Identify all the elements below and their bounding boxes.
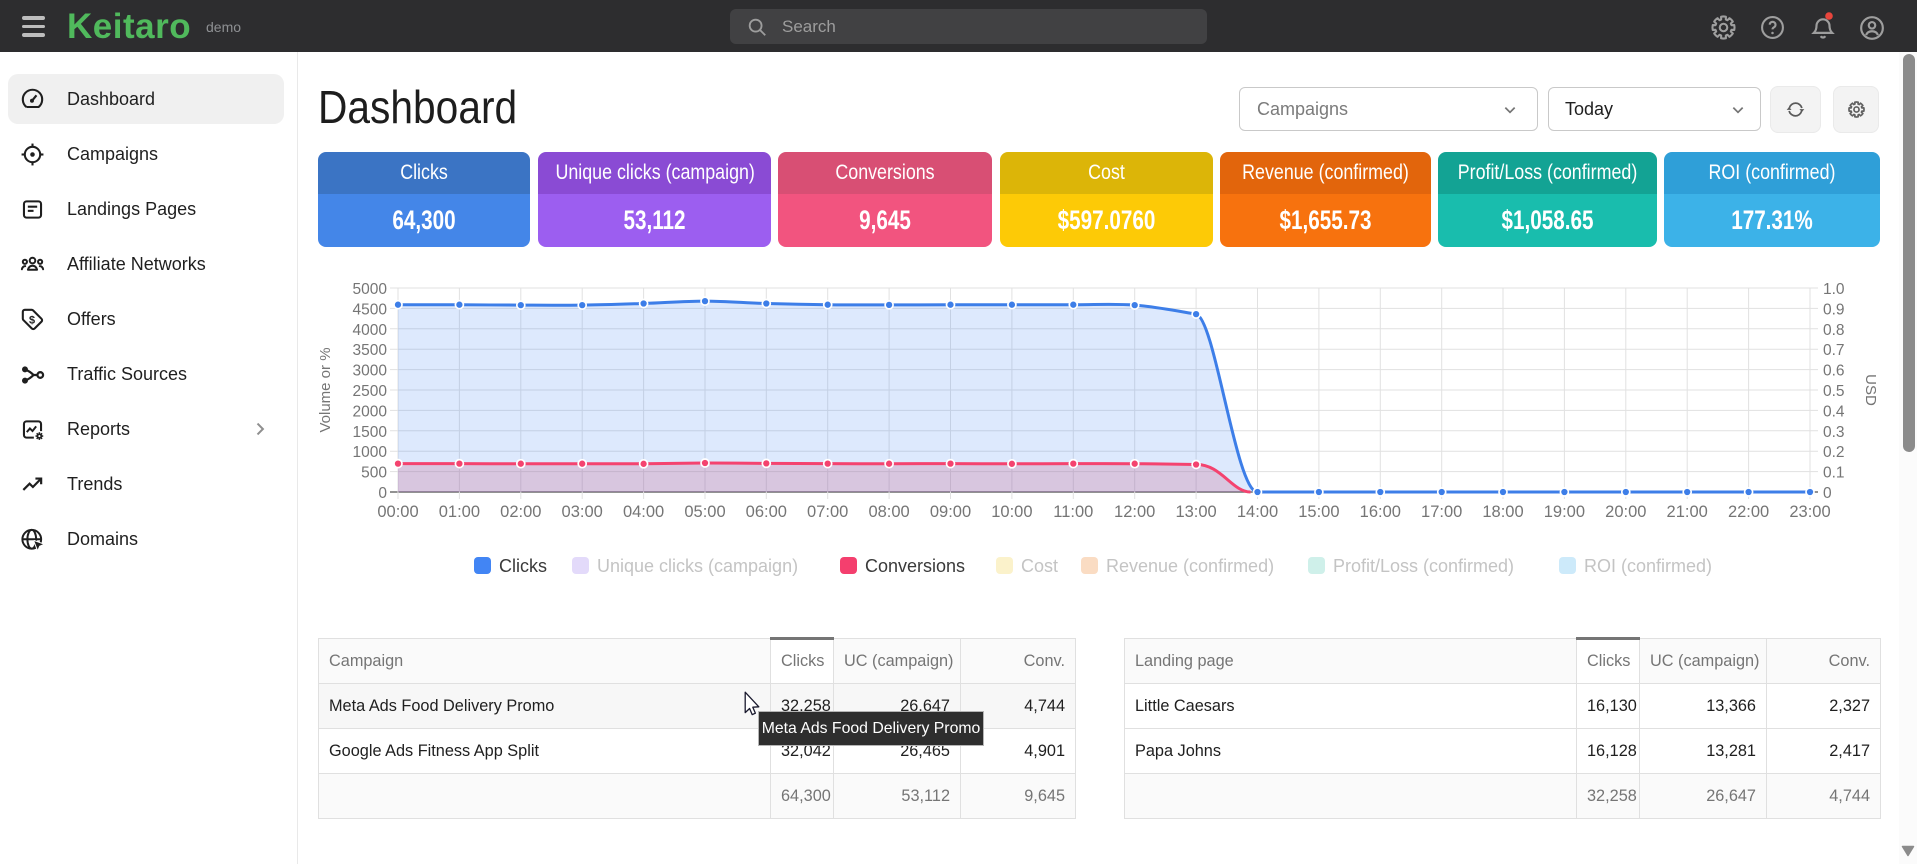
svg-text:1.0: 1.0 bbox=[1823, 281, 1845, 298]
svg-text:0.4: 0.4 bbox=[1823, 403, 1845, 420]
svg-text:20:00: 20:00 bbox=[1605, 503, 1646, 521]
svg-text:0.5: 0.5 bbox=[1823, 383, 1845, 400]
svg-text:5000: 5000 bbox=[353, 281, 388, 298]
svg-text:01:00: 01:00 bbox=[439, 503, 480, 521]
svg-text:14:00: 14:00 bbox=[1237, 503, 1278, 521]
svg-text:0.9: 0.9 bbox=[1823, 301, 1845, 318]
svg-text:3000: 3000 bbox=[353, 363, 388, 380]
svg-text:07:00: 07:00 bbox=[807, 503, 848, 521]
svg-text:12:00: 12:00 bbox=[1114, 503, 1155, 521]
svg-text:500: 500 bbox=[361, 465, 387, 482]
svg-text:0: 0 bbox=[1823, 485, 1832, 502]
svg-text:4000: 4000 bbox=[353, 322, 388, 339]
svg-text:0.3: 0.3 bbox=[1823, 424, 1845, 441]
svg-text:4500: 4500 bbox=[353, 301, 388, 318]
svg-text:22:00: 22:00 bbox=[1728, 503, 1769, 521]
svg-text:Volume or %: Volume or % bbox=[317, 347, 334, 432]
svg-text:0: 0 bbox=[378, 485, 387, 502]
svg-text:10:00: 10:00 bbox=[991, 503, 1032, 521]
svg-text:1500: 1500 bbox=[353, 424, 388, 441]
svg-text:09:00: 09:00 bbox=[930, 503, 971, 521]
svg-text:USD: USD bbox=[1862, 374, 1879, 406]
svg-text:0.2: 0.2 bbox=[1823, 444, 1845, 461]
svg-text:0.6: 0.6 bbox=[1823, 363, 1845, 380]
svg-text:17:00: 17:00 bbox=[1421, 503, 1462, 521]
svg-text:2500: 2500 bbox=[353, 383, 388, 400]
svg-text:0.8: 0.8 bbox=[1823, 322, 1845, 339]
svg-text:02:00: 02:00 bbox=[500, 503, 541, 521]
svg-text:16:00: 16:00 bbox=[1360, 503, 1401, 521]
svg-text:2000: 2000 bbox=[353, 403, 388, 420]
svg-text:0.7: 0.7 bbox=[1823, 342, 1845, 359]
svg-text:19:00: 19:00 bbox=[1544, 503, 1585, 521]
svg-text:1000: 1000 bbox=[353, 444, 388, 461]
svg-text:08:00: 08:00 bbox=[868, 503, 909, 521]
svg-text:0.1: 0.1 bbox=[1823, 465, 1845, 482]
svg-text:$: $ bbox=[29, 314, 35, 326]
svg-text:04:00: 04:00 bbox=[623, 503, 664, 521]
svg-text:23:00: 23:00 bbox=[1789, 503, 1830, 521]
svg-text:11:00: 11:00 bbox=[1053, 503, 1093, 521]
svg-text:3500: 3500 bbox=[353, 342, 388, 359]
svg-text:03:00: 03:00 bbox=[562, 503, 603, 521]
svg-text:05:00: 05:00 bbox=[684, 503, 725, 521]
svg-text:13:00: 13:00 bbox=[1175, 503, 1216, 521]
svg-text:18:00: 18:00 bbox=[1482, 503, 1523, 521]
svg-text:00:00: 00:00 bbox=[377, 503, 418, 521]
svg-text:21:00: 21:00 bbox=[1667, 503, 1708, 521]
svg-text:15:00: 15:00 bbox=[1298, 503, 1339, 521]
svg-text:06:00: 06:00 bbox=[746, 503, 787, 521]
